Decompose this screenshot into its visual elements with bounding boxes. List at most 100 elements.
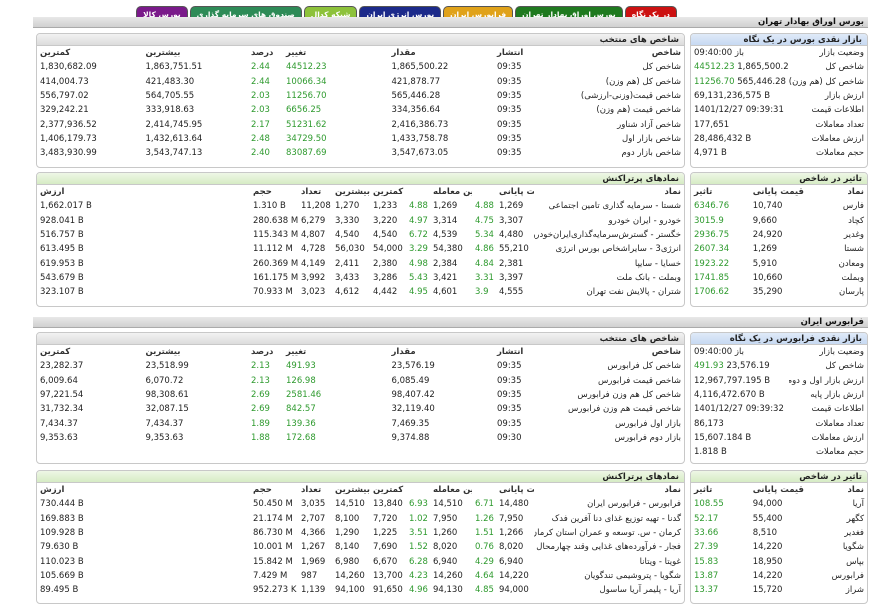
table-cell: 4,601 xyxy=(433,287,458,298)
table-cell: 8,100 xyxy=(335,513,360,524)
table-cell: 27.39 xyxy=(694,542,719,553)
table-cell: 3,035 xyxy=(301,499,326,510)
market-value-text: 86,173 xyxy=(694,418,724,429)
table-cell: 4,540 xyxy=(335,230,360,241)
table-cell: 7,434.37 xyxy=(145,418,184,429)
table-row[interactable]: وغدیر 24,920 2936.75 xyxy=(691,228,867,242)
table-cell: 1706.62 xyxy=(694,287,730,298)
table-row[interactable]: پارسان 35,290 1706.62 xyxy=(691,285,867,299)
table-cell: 1,863,751.51 xyxy=(145,62,203,73)
table-cell: 6.71 xyxy=(475,499,494,510)
table-cell: 51231.62 xyxy=(286,119,327,130)
table-row[interactable]: فرابورس 14,220 13.87 xyxy=(691,569,867,583)
table-cell: 21.174 M xyxy=(253,513,293,524)
table-row[interactable]: آریا 94,000 108.55 xyxy=(691,497,867,511)
table-row[interactable]: خسایا - سایپا 2,381 4.84 2,384 4.98 2,380 2,41… xyxy=(37,256,684,270)
table-cell: 32,119.40 xyxy=(391,404,435,415)
table-row[interactable]: بازار دوم فرابورس 09:30 9,374.88 172.68 1.88… xyxy=(37,431,684,445)
table-row[interactable]: کرمان - س. توسعه و عمران استان کرمان 1,26… xyxy=(37,526,684,540)
table-cell: 329,242.21 xyxy=(40,105,89,116)
table-cell: بازار اول فرابورس xyxy=(615,418,681,429)
column-header: قیمت پایانی xyxy=(499,485,534,496)
table-row[interactable]: فجار - فرآورده‌های غذایی وقند چهارمحال 8,… xyxy=(37,540,684,554)
table-row[interactable]: شگویا 14,220 27.39 xyxy=(691,540,867,554)
table-cell: 8,140 xyxy=(335,542,360,553)
tse-impact-panel: تاثیر در شاخص نماد قیمت پایانی تاثیر فارس 10… xyxy=(690,172,868,307)
table-cell: 6.28 xyxy=(409,556,428,567)
market-row: ارزش بازار اول و دوم 12,967,797.195 B xyxy=(691,374,867,388)
table-cell: 8,510 xyxy=(752,528,778,539)
table-row[interactable]: وبملت 10,660 1741.85 xyxy=(691,271,867,285)
tse-market-table: وضعیت بازار باز 09:40:00 شاخص کل 44512.23 1… xyxy=(691,46,867,160)
table-cell: 4,480 xyxy=(499,230,524,241)
table-cell: 333,918.63 xyxy=(145,105,195,116)
table-row[interactable]: شاخص کل هم وزن فرابورس 09:35 98,407.42 2581… xyxy=(37,388,684,402)
table-row[interactable]: کچاد 9,660 3015.9 xyxy=(691,214,867,228)
market-value: 1.818 B xyxy=(691,445,789,459)
table-row[interactable]: ومعادن 5,910 1923.22 xyxy=(691,256,867,270)
table-row[interactable]: شاخص قیمت (هم وزن) 09:35 334,356.64 6656.25… xyxy=(37,103,684,117)
table-cell: 928.041 B xyxy=(40,215,84,226)
table-row[interactable]: شاخص بازار دوم 09:35 3,547,673.05 83087.69 2… xyxy=(37,146,684,160)
table-row[interactable]: شاخص قیمت(وزنی-ارزشی) 09:35 565,446.28 1125… xyxy=(37,89,684,103)
table-cell: 3.29 xyxy=(409,244,428,255)
table-cell: 14,510 xyxy=(433,499,463,510)
market-value-text: 4,971 B xyxy=(694,148,727,159)
table-cell: 9,660 xyxy=(752,215,778,226)
table-cell: 2,384 xyxy=(433,258,458,269)
table-cell: 0.76 xyxy=(475,542,494,553)
table-cell: خودرو - ایران خودرو xyxy=(608,215,681,226)
table-cell: 139.36 xyxy=(286,418,316,429)
table-row[interactable]: شستا 1,269 2607.34 xyxy=(691,242,867,256)
column-header: آخرین معامله xyxy=(433,485,472,496)
market-value-text: 4,116,472.670 B xyxy=(694,390,765,401)
table-row[interactable]: غویتا - ویتانا 6,940 4.29 6,940 6.28 6,670 6,9… xyxy=(37,554,684,568)
table-row[interactable]: انرژی3 - سایراشخاص بورس انرژی 55,210 4.86 5… xyxy=(37,242,684,256)
table-row[interactable]: شراز 15,720 13.37 xyxy=(691,583,867,597)
table-row[interactable]: شگویا - پتروشیمی تندگویان 14,220 4.64 14,26… xyxy=(37,569,684,583)
table-cell: 2,411 xyxy=(335,258,360,269)
table-row[interactable]: وبملت - بانک ملت 3,397 3.31 3,421 5.43 3,286 3… xyxy=(37,271,684,285)
table-row[interactable]: فرابورس - فرابورس ایران 14,480 6.71 14,510 6… xyxy=(37,497,684,511)
table-row[interactable]: بازار اول فرابورس 09:35 7,469.35 139.36 1.89… xyxy=(37,416,684,430)
table-row[interactable]: فغدیر 8,510 33.66 xyxy=(691,526,867,540)
table-cell: 323.107 B xyxy=(40,287,84,298)
table-cell: 3.9 xyxy=(475,287,489,298)
ifb-market-table: وضعیت بازار باز 09:40:00 شاخص کل 491.93 23,… xyxy=(691,345,867,459)
table-cell: شاخص قیمت (هم وزن) xyxy=(596,105,681,116)
table-cell: 3,286 xyxy=(373,272,398,283)
table-cell: فرابورس xyxy=(831,570,864,581)
table-row[interactable]: فارس 10,740 6346.76 xyxy=(691,199,867,213)
market-value-text: 1,865,500.22 xyxy=(737,62,789,73)
table-row[interactable]: شتران - پالایش نفت تهران 4,555 3.9 4,601 4.9… xyxy=(37,285,684,299)
market-label: حجم معاملات xyxy=(816,447,864,458)
table-cell: شتران - پالایش نفت تهران xyxy=(586,287,681,298)
table-row[interactable]: کگهر 55,400 52.17 xyxy=(691,512,867,526)
table-cell: 619.953 B xyxy=(40,258,84,269)
table-cell: 1.51 xyxy=(475,528,494,539)
table-row[interactable]: خودرو - ایران خودرو 3,307 4.75 3,314 4.97 3,2… xyxy=(37,214,684,228)
table-row[interactable]: شاخص قیمت هم وزن فرابورس 09:35 32,119.40 84… xyxy=(37,402,684,416)
table-row[interactable]: شاخص قیمت فرابورس 09:35 6,085.49 126.98 2.13… xyxy=(37,374,684,388)
table-row[interactable]: گدنا - تهیه توزیع غذای دنا آفرین فدک 7,95… xyxy=(37,512,684,526)
table-cell: 4.88 xyxy=(409,201,428,212)
table-cell: 09:35 xyxy=(497,390,522,401)
market-row: وضعیت بازار باز 09:40:00 xyxy=(691,46,867,60)
table-row[interactable]: شاخص کل (هم وزن) 09:35 421,878.77 10066.34 2… xyxy=(37,75,684,89)
table-cell: 6.72 xyxy=(409,230,428,241)
table-row[interactable]: بپاس 18,950 15.83 xyxy=(691,554,867,568)
table-cell: 79.630 B xyxy=(40,542,79,553)
table-row[interactable]: شاخص آزاد شناور 09:35 2,416,386.73 51231.62… xyxy=(37,117,684,131)
table-row[interactable]: شاخص کل 09:35 1,865,500.22 44512.23 2.44 1,86… xyxy=(37,60,684,74)
table-row[interactable]: آریا - پلیمر آریا ساسول 94,000 4.85 94,130 4… xyxy=(37,583,684,597)
table-cell: بازار دوم فرابورس xyxy=(614,432,681,443)
table-cell: 6.93 xyxy=(409,499,428,510)
table-cell: شاخص کل (هم وزن) xyxy=(605,76,681,87)
table-row[interactable]: شاخص کل فرابورس 09:35 23,576.19 491.93 2.13 2… xyxy=(37,359,684,373)
table-row[interactable]: خگستر - گسترش‌سرمایه‌گذاری‌ایران‌خودرو 4,… xyxy=(37,228,684,242)
table-row[interactable]: شاخص بازار اول 09:35 1,433,758.78 34729.50 2… xyxy=(37,132,684,146)
table-cell: 2.48 xyxy=(251,133,270,144)
tse-indices-table: شاخص انتشار مقدار تغییر درصد بیشترین کمترین شاخ… xyxy=(37,46,684,160)
table-row[interactable]: شستا - سرمایه گذاری تامین اجتماعی 1,269 4.… xyxy=(37,199,684,213)
table-cell: 09:35 xyxy=(497,418,522,429)
